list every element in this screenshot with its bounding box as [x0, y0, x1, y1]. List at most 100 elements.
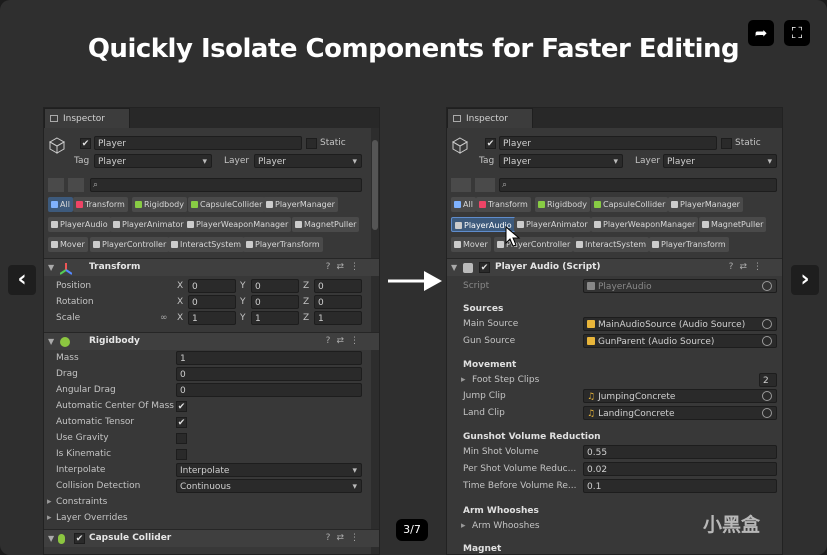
filter-chip-rigidbody[interactable]: Rigidbody: [132, 197, 187, 212]
foldout-toggle-icon[interactable]: ▼: [451, 259, 457, 276]
scale-y-field[interactable]: 1: [251, 311, 299, 325]
object-name-field[interactable]: Player: [499, 136, 717, 150]
filter-chip-magnetpuller[interactable]: MagnetPuller: [699, 217, 767, 232]
land-clip-field[interactable]: ♫ LandingConcrete: [583, 406, 777, 420]
is-kinematic-checkbox[interactable]: [176, 449, 187, 460]
link-icon[interactable]: ∞: [160, 310, 168, 326]
foldout-arrow-icon[interactable]: ▸: [461, 372, 466, 388]
copy-icon[interactable]: [451, 178, 471, 192]
scale-z-field[interactable]: 1: [314, 311, 362, 325]
auto-tensor-checkbox[interactable]: ✔: [176, 417, 187, 428]
foldout-arrow-icon[interactable]: ▸: [47, 510, 52, 526]
rotation-z-field[interactable]: 0: [314, 295, 362, 309]
rotation-x-field[interactable]: 0: [188, 295, 236, 309]
filter-chip-mover[interactable]: Mover: [48, 237, 88, 252]
tab-inspector[interactable]: Inspector: [44, 108, 130, 128]
filter-chip-transform[interactable]: Transform: [73, 197, 128, 212]
position-z-field[interactable]: 0: [314, 279, 362, 293]
object-picker-icon[interactable]: [762, 281, 772, 291]
static-checkbox[interactable]: [721, 138, 732, 149]
tag-dropdown[interactable]: Player: [94, 154, 212, 168]
layer-dropdown[interactable]: Player: [663, 154, 777, 168]
component-menu-icons[interactable]: ?⇄⋮: [326, 259, 365, 276]
paste-icon[interactable]: [68, 178, 84, 192]
filter-chip-mover[interactable]: Mover: [451, 237, 491, 252]
foldout-arrow-icon[interactable]: ▸: [461, 518, 466, 534]
filter-chip-all[interactable]: All: [48, 197, 73, 212]
filter-chip-rigidbody[interactable]: Rigidbody: [535, 197, 590, 212]
static-checkbox[interactable]: [306, 138, 317, 149]
rotation-y-field[interactable]: 0: [251, 295, 299, 309]
filter-chip-playermanager[interactable]: PlayerManager: [668, 197, 743, 212]
filter-chip-playerweaponmanager[interactable]: PlayerWeaponManager: [184, 217, 292, 232]
position-y-field[interactable]: 0: [251, 279, 299, 293]
foldout-arrow-icon[interactable]: ▸: [47, 494, 52, 510]
object-picker-icon[interactable]: [762, 319, 772, 329]
angular-drag-field[interactable]: 0: [176, 383, 362, 397]
arm-whooshes-foldout[interactable]: Arm Whooshes: [472, 518, 540, 534]
next-slide-button[interactable]: ›: [791, 265, 819, 295]
component-menu-icons[interactable]: ?⇄⋮: [326, 333, 365, 350]
object-picker-icon[interactable]: [762, 408, 772, 418]
filter-chip-playerweaponmanager[interactable]: PlayerWeaponManager: [591, 217, 699, 232]
filter-chip-transform[interactable]: Transform: [476, 197, 531, 212]
filter-chip-playeraudio[interactable]: PlayerAudio: [48, 217, 111, 232]
filter-chip-playercontroller[interactable]: PlayerController: [90, 237, 170, 252]
time-before-volume-field[interactable]: 0.1: [583, 479, 777, 493]
use-gravity-checkbox[interactable]: [176, 433, 187, 444]
object-name-field[interactable]: Player: [94, 136, 302, 150]
rigidbody-header[interactable]: ▼ Rigidbody ?⇄⋮: [44, 332, 379, 350]
cube-icon[interactable]: [48, 136, 66, 154]
foot-step-clips-foldout[interactable]: Foot Step Clips: [472, 372, 539, 388]
filter-chip-playertransform[interactable]: PlayerTransform: [649, 237, 729, 252]
mass-field[interactable]: 1: [176, 351, 362, 365]
component-menu-icons[interactable]: ?⇄⋮: [326, 530, 365, 547]
foldout-toggle-icon[interactable]: ▼: [48, 259, 54, 276]
object-picker-icon[interactable]: [762, 336, 772, 346]
filter-chip-all[interactable]: All: [451, 197, 476, 212]
main-source-field[interactable]: MainAudioSource (Audio Source): [583, 317, 777, 331]
filter-chip-playermanager[interactable]: PlayerManager: [263, 197, 338, 212]
transform-header[interactable]: ▼ Transform ?⇄⋮: [44, 258, 379, 276]
active-checkbox[interactable]: ✔: [80, 138, 91, 149]
auto-center-mass-checkbox[interactable]: ✔: [176, 401, 187, 412]
share-icon[interactable]: ➦: [748, 20, 774, 46]
paste-icon[interactable]: [475, 178, 495, 192]
filter-chip-magnetpuller[interactable]: MagnetPuller: [292, 217, 360, 232]
filter-chip-playeranimator[interactable]: PlayerAnimator: [110, 217, 187, 232]
capsule-collider-header[interactable]: ▼ ✔ Capsule Collider ?⇄⋮: [44, 529, 379, 547]
constraints-foldout[interactable]: Constraints: [56, 494, 107, 510]
scroll-thumb[interactable]: [372, 140, 378, 230]
layer-overrides-foldout[interactable]: Layer Overrides: [56, 510, 128, 526]
collision-detection-dropdown[interactable]: Continuous: [176, 479, 362, 493]
filter-chip-capsulecollider[interactable]: CapsuleCollider: [591, 197, 669, 212]
cube-icon[interactable]: [451, 136, 469, 154]
interpolate-dropdown[interactable]: Interpolate: [176, 463, 362, 477]
active-checkbox[interactable]: ✔: [485, 138, 496, 149]
capsule-enabled-checkbox[interactable]: ✔: [74, 533, 85, 544]
player-audio-header[interactable]: ▼ ✔ Player Audio (Script) ?⇄⋮: [447, 258, 782, 276]
layer-dropdown[interactable]: Player: [254, 154, 362, 168]
prev-slide-button[interactable]: ‹: [8, 265, 36, 295]
filter-chip-interactsystem[interactable]: InteractSystem: [573, 237, 650, 252]
jump-clip-field[interactable]: ♫ JumpingConcrete: [583, 389, 777, 403]
drag-field[interactable]: 0: [176, 367, 362, 381]
filter-chip-capsulecollider[interactable]: CapsuleCollider: [188, 197, 266, 212]
tag-dropdown[interactable]: Player: [499, 154, 623, 168]
filter-chip-interactsystem[interactable]: InteractSystem: [168, 237, 245, 252]
gun-source-field[interactable]: GunParent (Audio Source): [583, 334, 777, 348]
min-shot-volume-field[interactable]: 0.55: [583, 445, 777, 459]
foot-step-clips-count[interactable]: 2: [759, 373, 777, 387]
position-x-field[interactable]: 0: [188, 279, 236, 293]
foldout-toggle-icon[interactable]: ▼: [48, 333, 54, 350]
filter-chip-playeranimator[interactable]: PlayerAnimator: [514, 217, 591, 232]
component-enabled-checkbox[interactable]: ✔: [479, 262, 490, 273]
scale-x-field[interactable]: 1: [188, 311, 236, 325]
component-search-input[interactable]: ⌕: [499, 178, 777, 192]
component-search-input[interactable]: ⌕: [90, 178, 362, 192]
tab-inspector[interactable]: Inspector: [447, 108, 533, 128]
copy-icon[interactable]: [48, 178, 64, 192]
per-shot-volume-field[interactable]: 0.02: [583, 462, 777, 476]
foldout-toggle-icon[interactable]: ▼: [48, 530, 54, 547]
fullscreen-icon[interactable]: ⛶: [784, 20, 810, 46]
